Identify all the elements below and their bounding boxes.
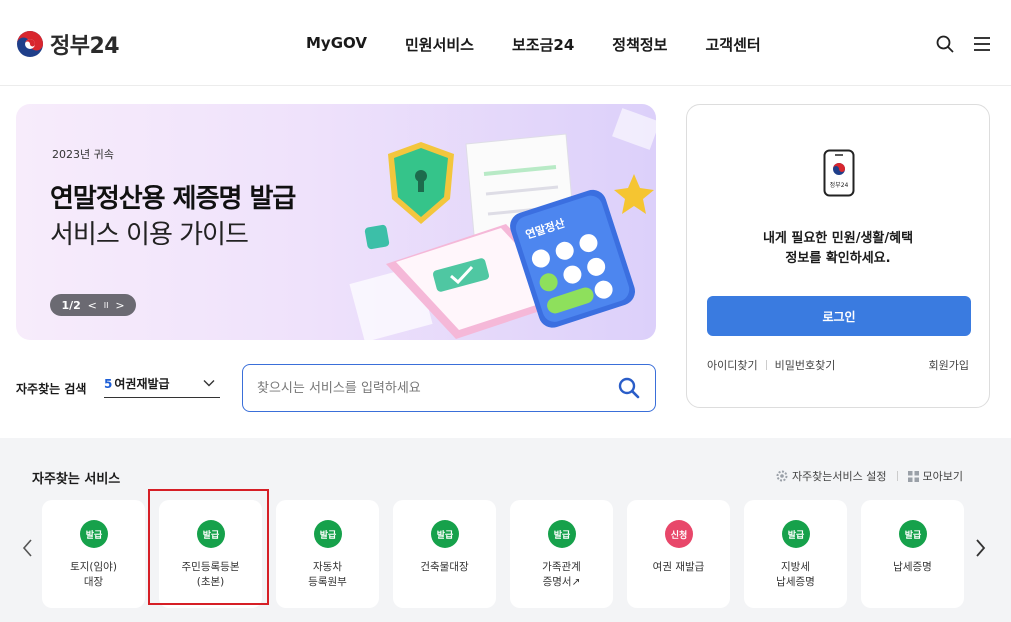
service-card-resident-registration[interactable]: 발급 주민등록등본 (초본) — [159, 500, 262, 608]
frequent-search-term: 여권재발급 — [114, 377, 170, 391]
login-message-line2: 정보를 확인하세요. — [785, 251, 891, 266]
view-all-button[interactable]: 모아보기 — [907, 468, 963, 484]
services-actions: 자주찾는서비스 설정 모아보기 — [776, 468, 963, 484]
pager-pause-button[interactable]: II — [104, 301, 109, 310]
pager-next-button[interactable]: > — [115, 299, 124, 312]
service-card-passport-reissue[interactable]: 신청 여권 재발급 — [627, 500, 730, 608]
nav-item-customer-center[interactable]: 고객센터 — [705, 34, 760, 55]
pager-prev-button[interactable]: < — [88, 299, 97, 312]
search-submit-icon[interactable] — [617, 376, 641, 400]
login-message-line1: 내게 필요한 민원/생활/혜택 — [762, 231, 914, 246]
nav-item-mygov[interactable]: MyGOV — [306, 34, 367, 55]
service-card-label: 여권 재발급 — [652, 561, 705, 573]
frequent-services-section: 자주찾는 서비스 자주찾는서비스 설정 모아보기 발급 토지(임야) 대장 발급… — [0, 438, 1011, 622]
frequent-search-label: 자주찾는 검색 — [16, 382, 87, 396]
service-card-land-register[interactable]: 발급 토지(임야) 대장 — [42, 500, 145, 608]
service-card-local-tax-certificate[interactable]: 발급 지방세 납세증명 — [744, 500, 847, 608]
banner-year: 2023년 귀속 — [52, 148, 114, 161]
pager-count: 1/2 — [61, 298, 81, 312]
service-card-label: 자동차 등록원부 — [308, 561, 347, 588]
promo-banner[interactable]: 2023년 귀속 연말정산용 제증명 발급 서비스 이용 가이드 1/2 < I… — [16, 104, 656, 340]
service-card-tax-certificate[interactable]: 발급 납세증명 — [861, 500, 964, 608]
gear-icon — [776, 470, 788, 482]
nav-item-subsidy[interactable]: 보조금24 — [512, 34, 574, 55]
logo[interactable]: 정부24 — [16, 28, 120, 60]
main-nav: MyGOV 민원서비스 보조금24 정책정보 고객센터 — [306, 34, 761, 55]
gov-emblem-icon — [17, 31, 43, 57]
actions-divider — [896, 471, 898, 481]
view-all-label: 모아보기 — [922, 470, 963, 483]
service-card-label: 주민등록등본 (초본) — [181, 561, 240, 588]
search-icon[interactable] — [935, 34, 955, 54]
service-card-label: 납세증명 — [893, 561, 932, 573]
service-card-vehicle-register[interactable]: 발급 자동차 등록원부 — [276, 500, 379, 608]
phone-app-label: 정부24 — [830, 182, 849, 189]
services-settings-label: 자주찾는서비스 설정 — [791, 470, 887, 483]
service-card-building-register[interactable]: 발급 건축물대장 — [393, 500, 496, 608]
frequent-services-title: 자주찾는 서비스 — [32, 472, 121, 487]
banner-title: 연말정산용 제증명 발급 — [50, 184, 296, 214]
service-card-label: 지방세 납세증명 — [776, 561, 815, 588]
issue-badge: 발급 — [314, 520, 342, 548]
service-card-label: 토지(임야) 대장 — [70, 561, 117, 588]
chevron-down-icon — [203, 380, 215, 387]
issue-badge: 발급 — [80, 520, 108, 548]
search-box — [242, 364, 656, 412]
nav-item-policy[interactable]: 정책정보 — [612, 34, 667, 55]
login-button[interactable]: 로그인 — [707, 296, 971, 336]
apply-badge: 신청 — [665, 520, 693, 548]
service-card-family-certificate[interactable]: 발급 가족관계 증명서↗ — [510, 500, 613, 608]
search-input[interactable] — [257, 377, 597, 399]
issue-badge: 발급 — [197, 520, 225, 548]
chevron-left-icon[interactable] — [20, 538, 36, 558]
login-panel: 정부24 내게 필요한 민원/생활/혜택 정보를 확인하세요. 로그인 아이디찾… — [686, 104, 990, 408]
frequent-search-select[interactable]: 5 여권재발급 — [104, 370, 220, 398]
service-card-label: 건축물대장 — [420, 561, 469, 573]
grid-icon — [907, 470, 919, 482]
issue-badge: 발급 — [548, 520, 576, 548]
issue-badge: 발급 — [782, 520, 810, 548]
page: 정부24 MyGOV 민원서비스 보조금24 정책정보 고객센터 2023년 귀… — [0, 0, 1011, 622]
nav-item-civil-service[interactable]: 민원서비스 — [405, 34, 474, 55]
login-message: 내게 필요한 민원/생활/혜택 정보를 확인하세요. — [687, 229, 989, 269]
frequent-search-rank: 5 — [104, 377, 113, 391]
menu-icon[interactable] — [972, 34, 992, 54]
banner-illustration: 연말정산 — [349, 108, 656, 340]
issue-badge: 발급 — [431, 520, 459, 548]
chevron-right-icon[interactable] — [972, 538, 988, 558]
logo-text: 정부24 — [50, 34, 120, 59]
find-id-link[interactable]: 아이디찾기 — [707, 357, 758, 373]
login-links: 아이디찾기 비밀번호찾기 — [707, 357, 835, 373]
service-cards: 발급 토지(임야) 대장 발급 주민등록등본 (초본) 발급 자동차 등록원부 … — [42, 500, 964, 608]
service-card-label: 가족관계 증명서↗ — [542, 561, 581, 588]
header: 정부24 MyGOV 민원서비스 보조금24 정책정보 고객센터 — [0, 0, 1011, 86]
banner-pager: 1/2 < II > — [50, 294, 136, 316]
banner-subtitle: 서비스 이용 가이드 — [50, 220, 249, 250]
frequent-search-value: 5 여권재발급 — [104, 375, 170, 392]
services-settings-button[interactable]: 자주찾는서비스 설정 — [776, 468, 887, 484]
mobile-phone-icon: 정부24 — [823, 149, 855, 197]
signup-link[interactable]: 회원가입 — [929, 357, 969, 373]
find-password-link[interactable]: 비밀번호찾기 — [775, 357, 836, 373]
link-divider — [765, 360, 767, 370]
issue-badge: 발급 — [899, 520, 927, 548]
